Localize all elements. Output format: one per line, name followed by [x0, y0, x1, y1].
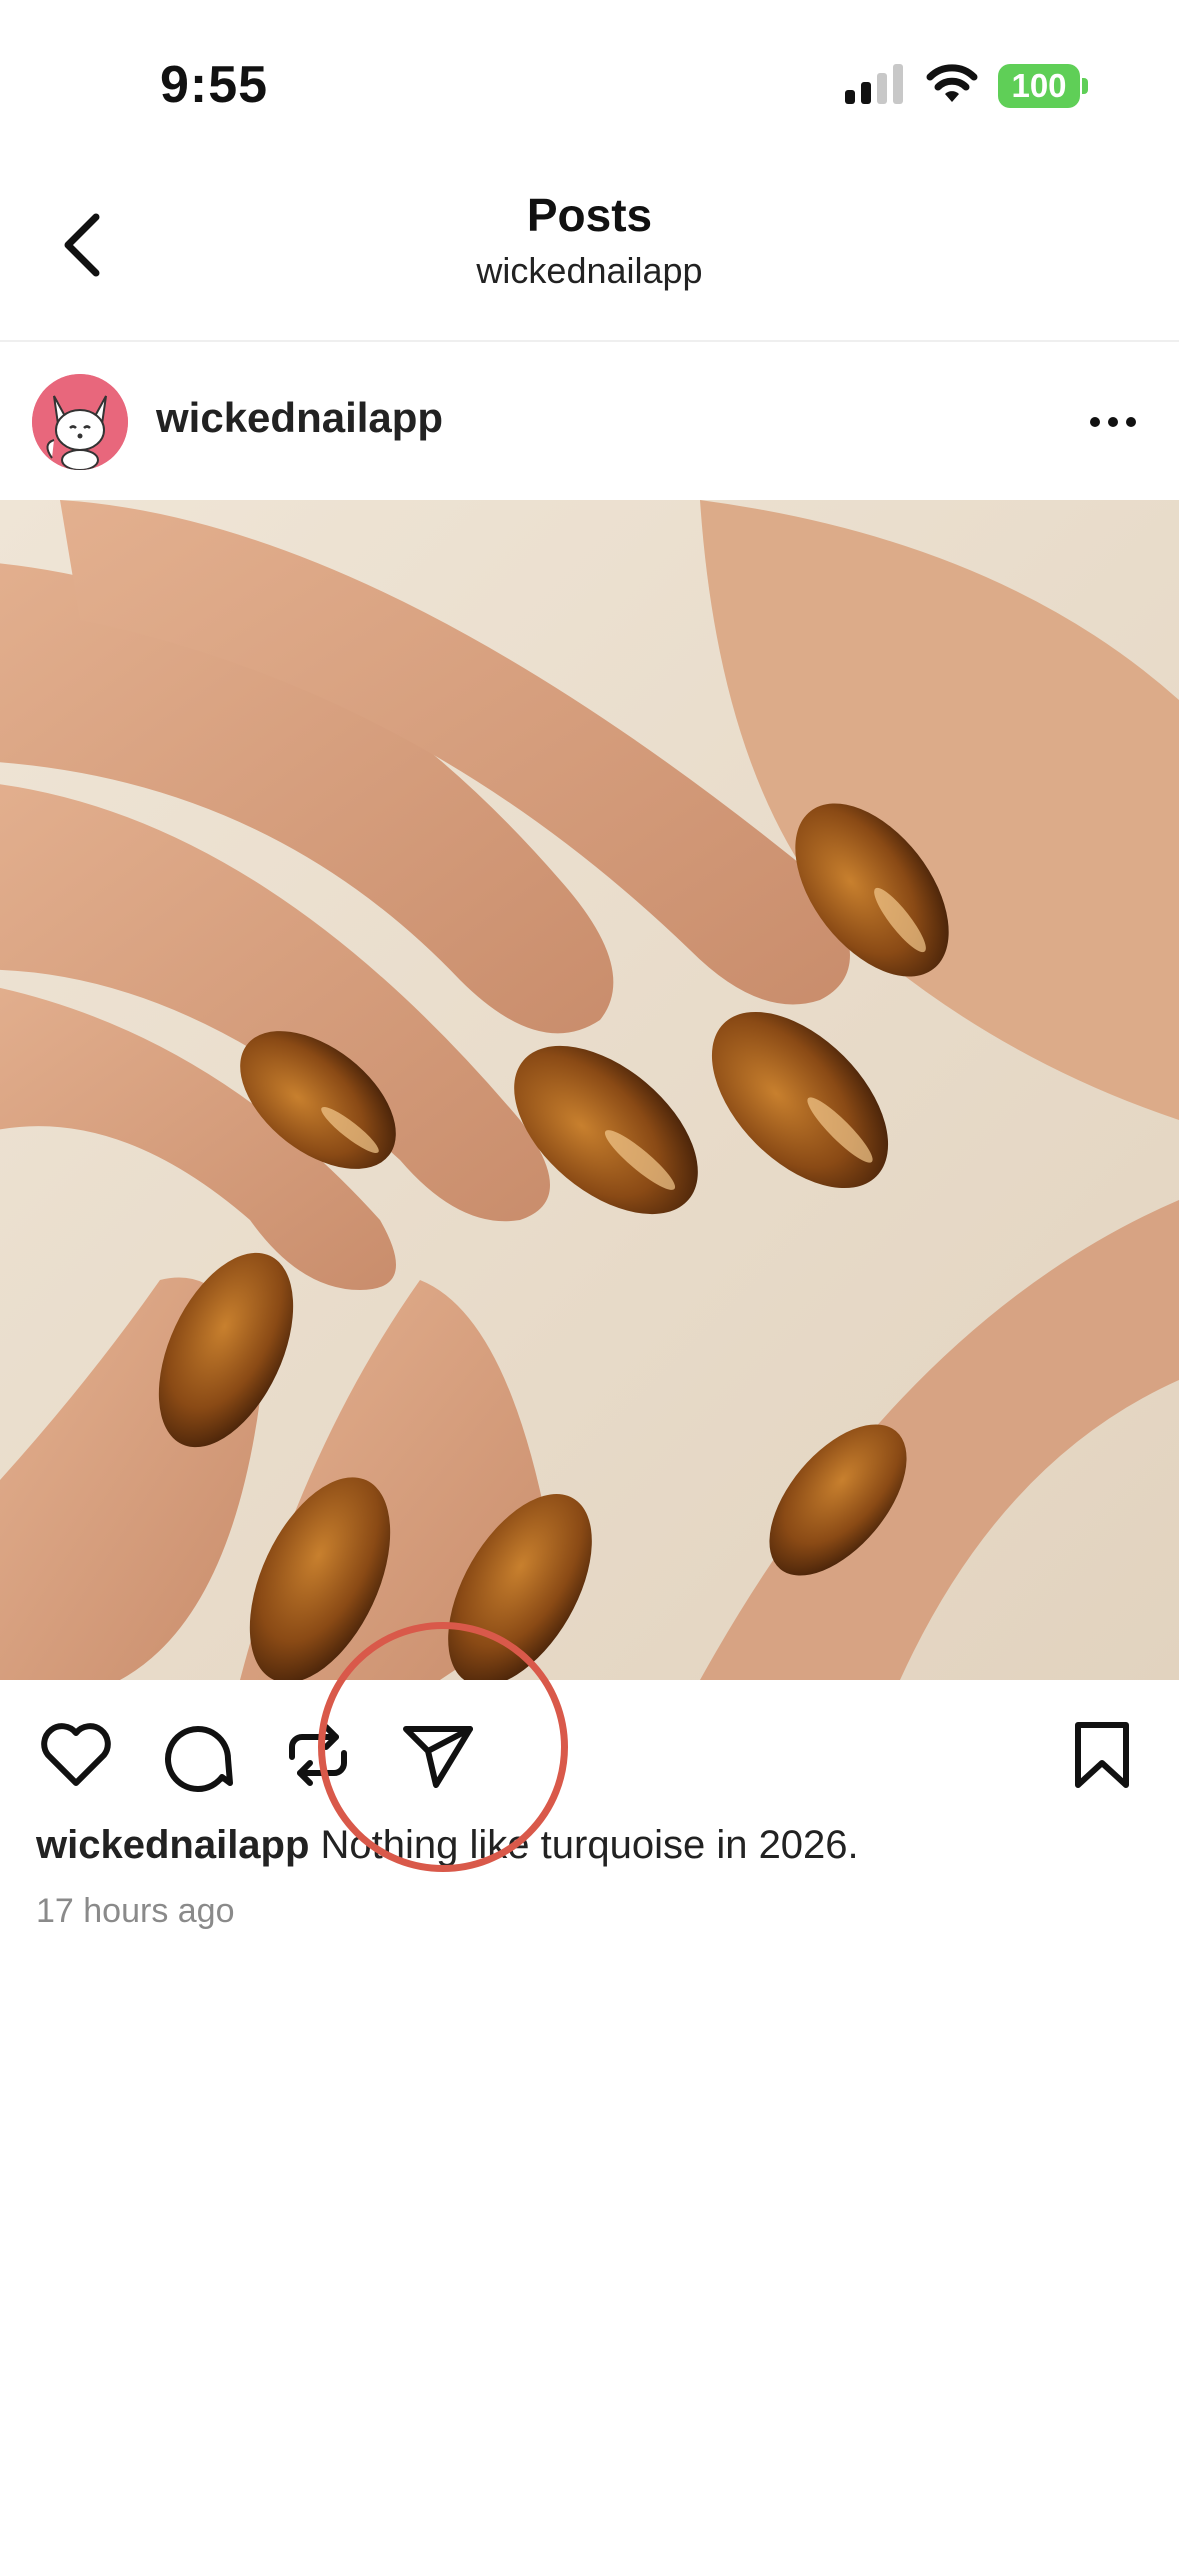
post-image[interactable] [0, 500, 1179, 1680]
fox-avatar-icon [32, 374, 128, 470]
status-bar: 9:55 100 [0, 0, 1179, 170]
post-header: wickednailapp [0, 342, 1179, 500]
caption-username[interactable]: wickednailapp [36, 1823, 309, 1867]
avatar[interactable] [32, 374, 128, 470]
status-time: 9:55 [160, 56, 269, 114]
battery-icon: 100 [998, 64, 1080, 108]
battery-tip [1082, 78, 1088, 94]
bookmark-icon[interactable] [1062, 1715, 1142, 1795]
tortoiseshell-nails-image [0, 500, 1179, 1680]
more-horizontal-icon[interactable] [1085, 397, 1141, 447]
comment-icon[interactable] [158, 1715, 238, 1795]
wifi-icon [926, 64, 978, 102]
send-icon[interactable] [398, 1715, 478, 1795]
page-subtitle: wickednailapp [476, 250, 703, 291]
caption-text: Nothing like turquoise in 2026. [309, 1823, 859, 1867]
page-title: Posts [526, 189, 653, 241]
nav-header: Posts wickednailapp [0, 170, 1179, 342]
post-username[interactable]: wickednailapp [156, 394, 443, 442]
repost-icon[interactable] [278, 1715, 358, 1795]
signal-icon [845, 64, 903, 104]
heart-icon[interactable] [36, 1715, 116, 1795]
post-caption: wickednailapp Nothing like turquoise in … [36, 1823, 859, 1868]
post-actions [0, 1680, 1179, 1830]
post-timestamp: 17 hours ago [36, 1892, 235, 1930]
